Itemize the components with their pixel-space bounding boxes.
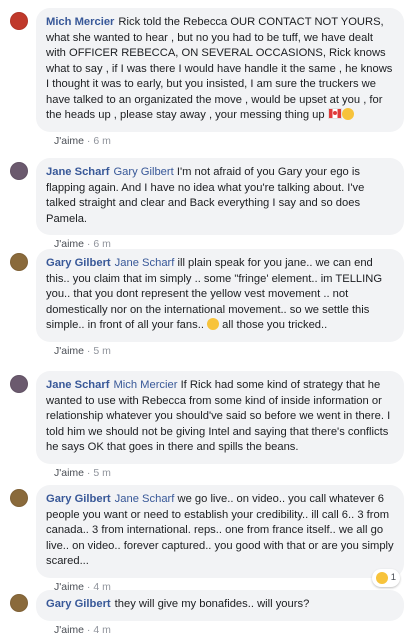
- reaction-badge[interactable]: 1: [371, 569, 400, 587]
- avatar[interactable]: [10, 594, 28, 612]
- timestamp[interactable]: 6 m: [93, 135, 111, 147]
- laughing-emoji-icon: [375, 571, 388, 584]
- comment: Gary Gilbert Jane Scharf we go live.. on …: [10, 485, 404, 593]
- comment-bubble: Jane Scharf Mich Mercier If Rick had some…: [36, 371, 404, 464]
- laughing-emoji-icon: [341, 108, 354, 120]
- comment-meta: J'aime · 5 m: [54, 344, 111, 357]
- comment: Gary Gilbert Jane Scharf ill plain speak …: [10, 249, 404, 357]
- comment-text-after: all those you tricked..: [222, 319, 328, 331]
- avatar[interactable]: [10, 489, 28, 507]
- comment-author[interactable]: Jane Scharf: [46, 166, 109, 178]
- like-link[interactable]: J'aime: [54, 624, 84, 636]
- comment-text: Rick told the Rebecca OUR CONTACT NOT YO…: [46, 16, 393, 121]
- avatar[interactable]: [10, 253, 28, 271]
- comment-author[interactable]: Gary Gilbert: [46, 257, 111, 269]
- comment-bubble: Gary Gilbert Jane Scharf ill plain speak …: [36, 249, 404, 342]
- comment-mention[interactable]: Jane Scharf: [115, 493, 175, 505]
- avatar[interactable]: [10, 12, 28, 30]
- comment-author[interactable]: Gary Gilbert: [46, 493, 111, 505]
- reaction-count: 1: [390, 572, 396, 583]
- like-link[interactable]: J'aime: [54, 135, 84, 147]
- comment-mention[interactable]: Mich Mercier: [113, 379, 177, 391]
- comment: Gary Gilbert they will give my bonafides.…: [10, 590, 404, 636]
- comment-bubble: Gary Gilbert Jane Scharf we go live.. on …: [36, 485, 404, 587]
- comment-bubble: Mich Mercier Rick told the Rebecca OUR CO…: [36, 8, 404, 132]
- avatar[interactable]: [10, 375, 28, 393]
- comment: Jane Scharf Mich Mercier If Rick had some…: [10, 371, 404, 479]
- like-link[interactable]: J'aime: [54, 467, 84, 479]
- comment-bubble: Gary Gilbert they will give my bonafides.…: [36, 590, 404, 621]
- comment-author[interactable]: Gary Gilbert: [46, 598, 111, 610]
- comment-bubble: Jane Scharf Gary Gilbert I'm not afraid o…: [36, 158, 404, 235]
- timestamp[interactable]: 5 m: [93, 345, 111, 357]
- comment-text: they will give my bonafides.. will yours…: [114, 598, 310, 610]
- comment-meta: J'aime · 6 m: [54, 134, 111, 147]
- comment-mention[interactable]: Jane Scharf: [115, 257, 175, 269]
- canada-flag-icon: [327, 108, 342, 119]
- comment: Jane Scharf Gary Gilbert I'm not afraid o…: [10, 158, 404, 250]
- avatar[interactable]: [10, 162, 28, 180]
- timestamp[interactable]: 4 m: [93, 624, 111, 636]
- comment-meta: J'aime · 5 m: [54, 466, 111, 479]
- comment-mention[interactable]: Gary Gilbert: [113, 166, 173, 178]
- like-link[interactable]: J'aime: [54, 345, 84, 357]
- comment-meta: J'aime · 4 m: [54, 623, 111, 636]
- comment-author[interactable]: Mich Mercier: [46, 16, 114, 28]
- comment-author[interactable]: Jane Scharf: [46, 379, 109, 391]
- comment: Mich Mercier Rick told the Rebecca OUR CO…: [10, 8, 404, 147]
- timestamp[interactable]: 5 m: [93, 467, 111, 479]
- smiley-emoji-icon: [207, 318, 220, 330]
